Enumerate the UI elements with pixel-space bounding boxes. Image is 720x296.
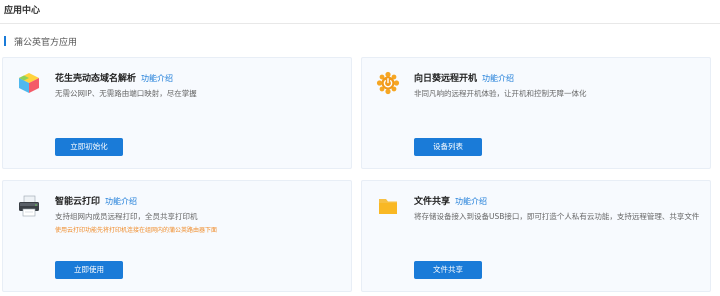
app-title-text: 智能云打印 [55,197,101,207]
app-card-file-share: 文件共享 功能介绍 将存储设备接入到设备USB接口，即可打造个人私有云功能，支持远… [361,180,711,292]
app-description: 非同凡响的远程开机体验，让开机和控制无障一体化 [414,89,587,98]
sunflower-remote-icon [376,71,400,95]
app-title-text: 花生壳动态域名解析 [55,74,137,84]
feature-intro-link[interactable]: 功能介绍 [141,74,173,83]
app-description: 无需公网IP、无需路由端口映射，尽在掌握 [55,89,197,98]
folder-icon [376,194,400,218]
usage-warning-text: 使用云打印功能先将打印机连接在组网内的蒲公英路由器下面 [55,227,218,234]
peanut-shell-cube-icon [17,71,41,95]
use-now-button[interactable]: 立即使用 [55,261,123,279]
section-accent-bar [4,36,6,46]
app-title-text: 文件共享 [414,197,451,207]
app-card-cloud-print: 智能云打印 功能介绍 支持组网内成员远程打印，全员共享打印机 使用云打印功能先将打… [2,180,352,292]
file-share-button[interactable]: 文件共享 [414,261,482,279]
printer-icon [17,194,41,218]
app-title: 文件共享 功能介绍 [414,194,487,207]
page-title: 应用中心 [4,6,41,16]
page-header: 应用中心 [0,0,720,24]
app-card-peanut-shell: 花生壳动态域名解析 功能介绍 无需公网IP、无需路由端口映射，尽在掌握 立即初始化 [2,57,352,169]
initialize-button[interactable]: 立即初始化 [55,138,123,156]
feature-intro-link[interactable]: 功能介绍 [455,197,487,206]
feature-intro-link[interactable]: 功能介绍 [105,197,137,206]
app-description: 支持组网内成员远程打印，全员共享打印机 [55,212,198,221]
app-title: 花生壳动态域名解析 功能介绍 [55,71,173,84]
app-description: 将存储设备接入到设备USB接口，即可打造个人私有云功能，支持远程管理、共享文件 [414,212,700,221]
app-title: 向日葵远程开机 功能介绍 [414,71,514,84]
feature-intro-link[interactable]: 功能介绍 [482,74,514,83]
app-card-sunflower: 向日葵远程开机 功能介绍 非同凡响的远程开机体验，让开机和控制无障一体化 设备列表 [361,57,711,169]
device-list-button[interactable]: 设备列表 [414,138,482,156]
section-title: 蒲公英官方应用 [14,38,78,48]
app-title: 智能云打印 功能介绍 [55,194,137,207]
app-title-text: 向日葵远程开机 [414,74,478,84]
